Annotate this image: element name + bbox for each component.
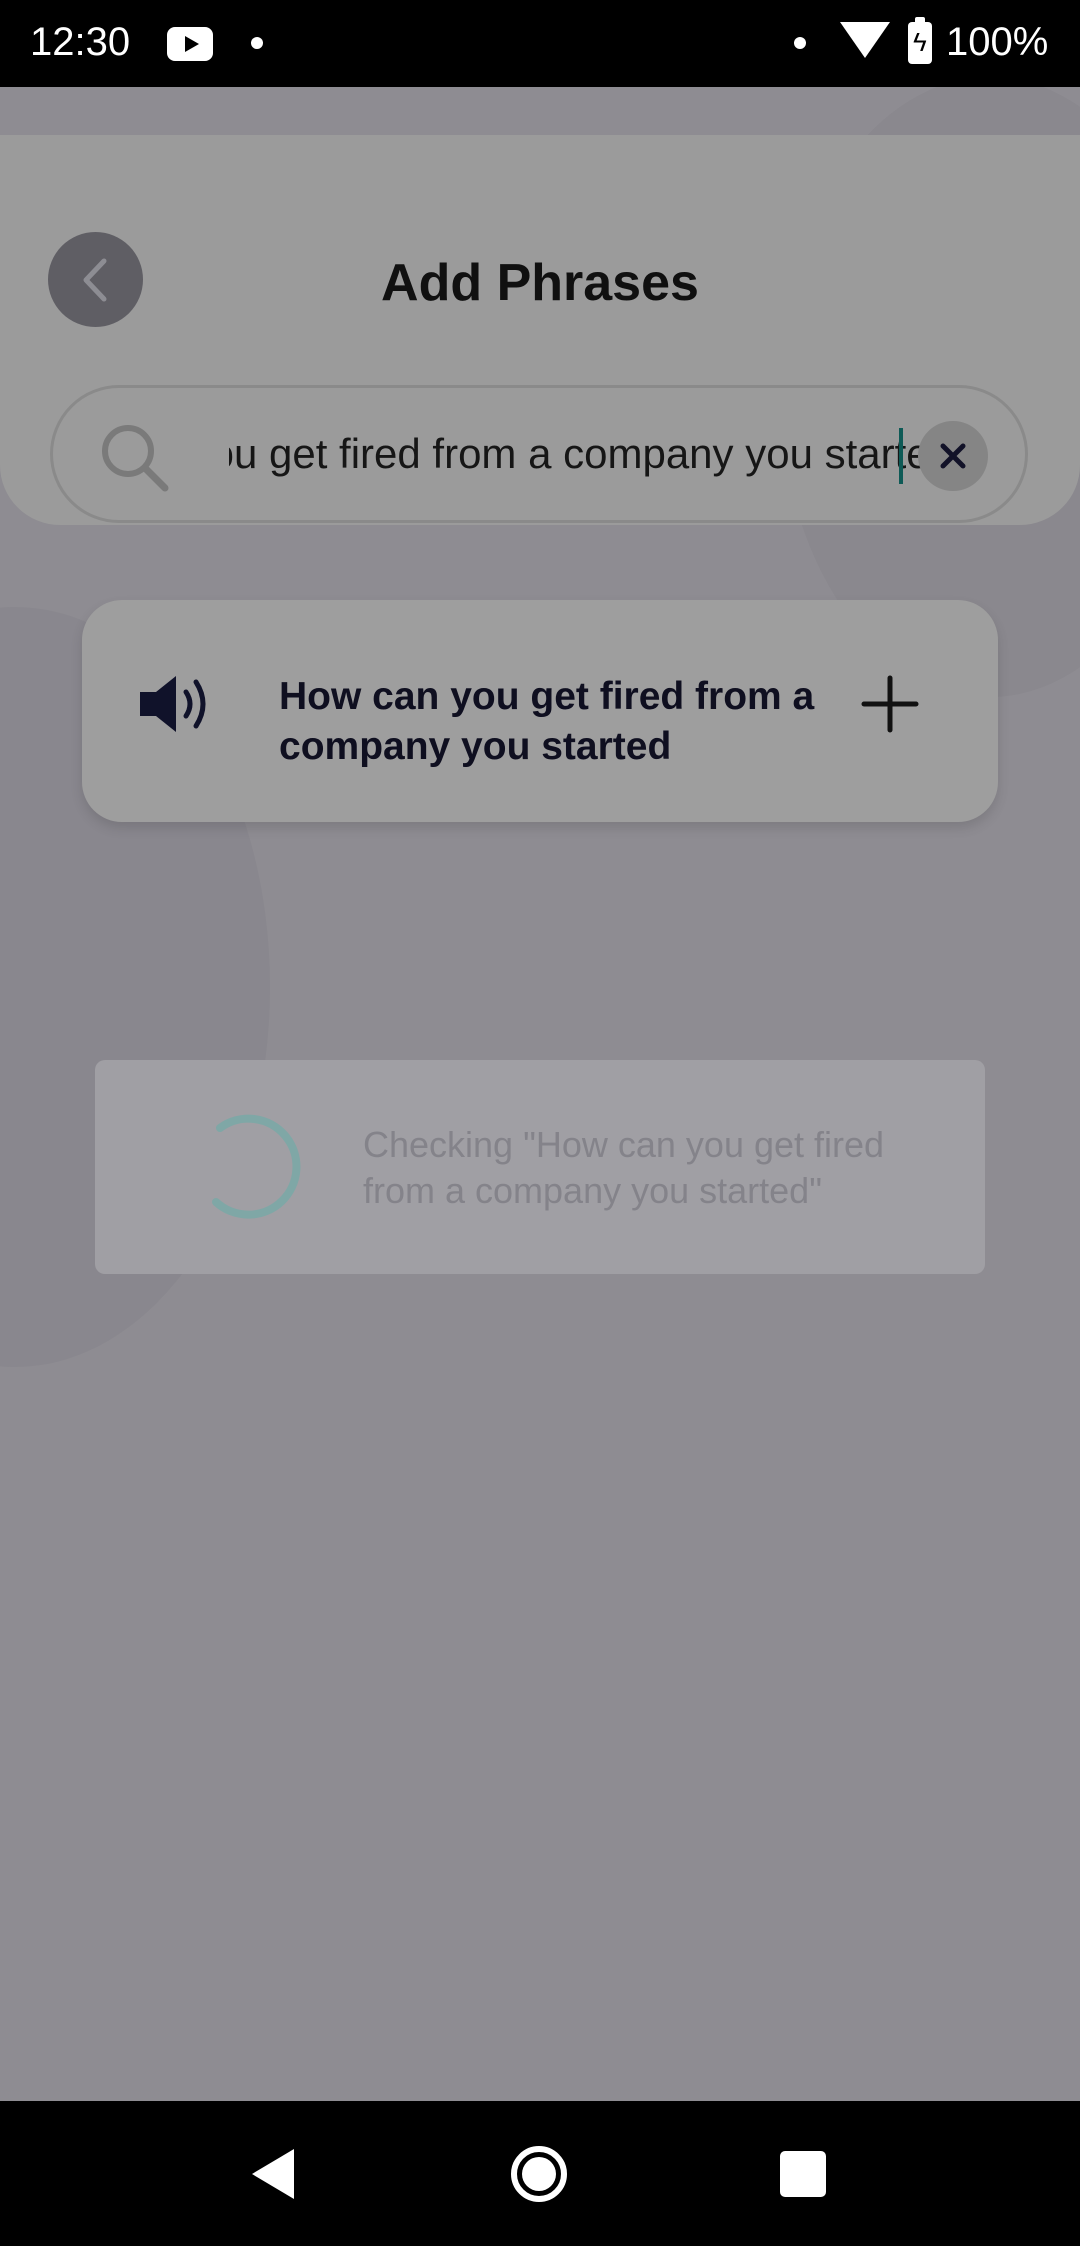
loading-spinner-icon (212, 1114, 301, 1219)
phrase-text: How can you get fired from a company you… (279, 675, 815, 768)
wifi-icon (840, 22, 890, 58)
loading-message: Checking "How can you get fired from a c… (363, 1124, 885, 1211)
status-bar: 12:30 ϟ 100% (0, 0, 1080, 87)
notification-dot-icon (794, 37, 806, 49)
speaker-icon (140, 676, 206, 732)
nav-recents-icon[interactable] (780, 2151, 826, 2197)
youtube-icon (167, 27, 213, 61)
search-input-value[interactable]: How can you get fired from a company you… (229, 388, 953, 520)
nav-back-icon[interactable] (250, 2147, 296, 2201)
play-audio-button[interactable] (138, 672, 218, 741)
navigation-bar (0, 2101, 1080, 2246)
search-icon (102, 425, 169, 492)
header-card: Add Phrases How can you get fired from a… (0, 135, 1080, 525)
loading-dialog: Checking "How can you get fired from a c… (95, 1060, 985, 1274)
status-time: 12:30 (30, 20, 131, 64)
close-icon (940, 443, 966, 469)
text-cursor (899, 428, 903, 484)
nav-home-icon[interactable] (511, 2146, 567, 2202)
battery-percent: 100% (946, 20, 1049, 64)
phrase-result-card[interactable]: How can you get fired from a company you… (82, 600, 998, 822)
clear-search-button[interactable] (918, 421, 988, 491)
add-phrase-button[interactable] (860, 674, 920, 739)
add-phrases-screen: Add Phrases How can you get fired from a… (0, 87, 1080, 2101)
battery-icon: ϟ (908, 17, 932, 64)
page-title: Add Phrases (381, 254, 699, 312)
notification-dot-icon (251, 37, 263, 49)
search-input[interactable]: How can you get fired from a company you… (50, 385, 1028, 523)
plus-icon (861, 675, 919, 733)
